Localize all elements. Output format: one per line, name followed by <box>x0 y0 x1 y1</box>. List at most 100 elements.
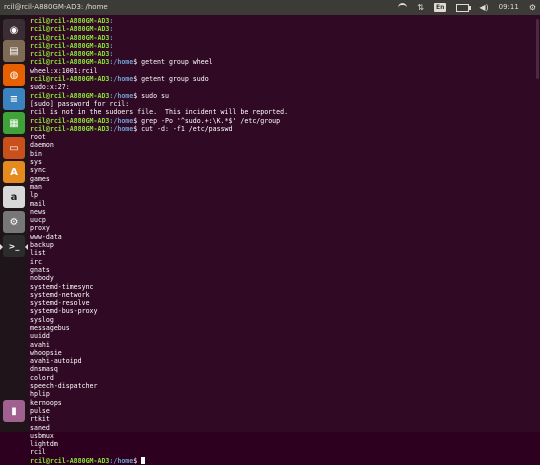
prompt-line: rcil@rcil-A880GM-AD3: <box>30 42 288 50</box>
prompt-path: : <box>109 50 114 59</box>
prompt-user: rcil@rcil-A880GM-AD3 <box>30 456 110 465</box>
launcher-libreoffice-impress[interactable]: ▭ <box>3 137 25 159</box>
output-line: lp <box>30 191 38 200</box>
output-line: saned <box>30 423 50 432</box>
output-line: proxy <box>30 224 50 233</box>
output-line: irc <box>30 257 42 266</box>
prompt-path: :/home <box>109 456 134 465</box>
system-tray: ⇅ En ◀) 09:11 ⚙ <box>398 0 536 15</box>
output-line: dnsmasq <box>30 365 58 374</box>
output-line: syslog <box>30 315 54 324</box>
command-text: $ getent group sudo <box>133 75 209 84</box>
output-line: whoopsie <box>30 348 62 357</box>
output-line: rcil is not in the sudoers file. This in… <box>30 108 289 117</box>
output-line: pulse <box>30 406 50 415</box>
output-line: uucp <box>30 216 46 225</box>
prompt-line: rcil@rcil-A880GM-AD3: <box>30 17 288 25</box>
launcher-firefox[interactable]: ◍ <box>3 64 25 86</box>
output-line: wheel:x:1001:rcil <box>30 66 98 75</box>
launcher: ◉ ▤ ◍ ≡ ▦ ▭ Aa ⚙ >_ ▮ <box>0 15 28 432</box>
launcher-libreoffice-writer[interactable]: ≡ <box>3 88 25 110</box>
prompt-line: rcil@rcil-A880GM-AD3:/home$ cut -d: -f1 … <box>30 125 288 133</box>
output-line: daemon <box>30 141 54 150</box>
command-text: $ <box>133 456 142 465</box>
prompt-user: rcil@rcil-A880GM-AD3 <box>30 58 110 67</box>
launcher-ubuntu-software[interactable]: A <box>3 161 25 183</box>
prompt-user: rcil@rcil-A880GM-AD3 <box>30 33 110 42</box>
output-line: games <box>30 174 50 183</box>
prompt-path: :/home <box>109 91 134 100</box>
launcher-libreoffice-calc[interactable]: ▦ <box>3 112 25 134</box>
output-line: rtkit <box>30 415 50 424</box>
output-line: nobody <box>30 274 54 283</box>
terminal-window[interactable]: rcil@rcil-A880GM-AD3: rcil@rcil-A880GM-AD… <box>28 15 540 465</box>
command-text: $ grep -Po '^sudo.+:\K.*$' /etc/group <box>133 116 281 125</box>
prompt-path: : <box>109 17 114 25</box>
keyboard-icon[interactable]: En <box>433 3 447 12</box>
output-line: lightdm <box>30 440 58 449</box>
prompt-user: rcil@rcil-A880GM-AD3 <box>30 50 110 59</box>
output-line: news <box>30 207 46 216</box>
output-line: gnats <box>30 265 50 274</box>
output-line: systemd-timesync <box>30 282 94 291</box>
clock[interactable]: 09:11 <box>499 0 519 15</box>
terminal-output: rcil@rcil-A880GM-AD3: rcil@rcil-A880GM-AD… <box>30 17 288 465</box>
output-line: backup <box>30 241 54 250</box>
prompt-line: rcil@rcil-A880GM-AD3:/home$ sudo su <box>30 92 288 100</box>
prompt-path: :/home <box>109 75 134 84</box>
prompt-line: rcil@rcil-A880GM-AD3:/home$ <box>30 456 288 465</box>
settings-icon[interactable]: ⚙ <box>529 0 536 15</box>
files-icon: ▤ <box>9 45 19 57</box>
launcher-files[interactable]: ▤ <box>3 40 25 62</box>
output-line: usbmux <box>30 431 54 440</box>
prompt-path: : <box>109 25 114 34</box>
volume-icon[interactable]: ◀) <box>479 0 488 15</box>
command-text: $ sudo su <box>133 91 169 100</box>
output-line: [sudo] password for rcil: <box>30 99 130 108</box>
prompt-line: rcil@rcil-A880GM-AD3:/home$ grep -Po '^s… <box>30 117 288 125</box>
prompt-path: :/home <box>109 58 134 67</box>
output-line: colord <box>30 373 54 382</box>
output-line: man <box>30 182 42 191</box>
output-line: sys <box>30 158 42 167</box>
launcher-amazon[interactable]: a <box>3 186 25 208</box>
running-indicator <box>0 244 3 250</box>
prompt-line: rcil@rcil-A880GM-AD3: <box>30 25 288 33</box>
output-line: www-data <box>30 232 62 241</box>
prompt-user: rcil@rcil-A880GM-AD3 <box>30 41 110 50</box>
terminal-scrollbar[interactable] <box>536 19 539 79</box>
top-panel: rcil@rcil-A880GM-AD3: /home ⇅ En ◀) 09:1… <box>0 0 540 15</box>
launcher-ubuntu-dash[interactable]: ◉ <box>3 19 25 41</box>
output-line: rcil <box>30 448 46 457</box>
libreoffice-impress-icon: ▭ <box>9 142 19 154</box>
launcher-trash[interactable]: ▮ <box>3 400 25 422</box>
output-line: hplip <box>30 390 50 399</box>
launcher-terminal[interactable]: >_ <box>0 235 28 257</box>
prompt-user: rcil@rcil-A880GM-AD3 <box>30 124 110 133</box>
prompt-user: rcil@rcil-A880GM-AD3 <box>30 116 110 125</box>
output-line: systemd-network <box>30 290 90 299</box>
output-line: kernoops <box>30 398 62 407</box>
ubuntu-software-icon: A <box>10 166 18 178</box>
launcher-system-settings[interactable]: ⚙ <box>3 211 25 233</box>
prompt-user: rcil@rcil-A880GM-AD3 <box>30 91 110 100</box>
window-title: rcil@rcil-A880GM-AD3: /home <box>4 3 108 11</box>
wifi-icon[interactable] <box>398 3 408 12</box>
prompt-user: rcil@rcil-A880GM-AD3 <box>30 25 110 34</box>
output-line: systemd-resolve <box>30 299 90 308</box>
battery-icon[interactable] <box>456 3 472 12</box>
output-line: list <box>30 249 46 258</box>
prompt-path: :/home <box>109 116 134 125</box>
prompt-path: : <box>109 41 114 50</box>
output-line: systemd-bus-proxy <box>30 307 98 316</box>
transfer-icon[interactable]: ⇅ <box>417 0 424 15</box>
prompt-line: rcil@rcil-A880GM-AD3:/home$ getent group… <box>30 58 288 66</box>
prompt-line: rcil@rcil-A880GM-AD3:/home$ getent group… <box>30 75 288 83</box>
text-cursor <box>141 456 146 464</box>
output-line: mail <box>30 199 46 208</box>
prompt-line: rcil@rcil-A880GM-AD3: <box>30 34 288 42</box>
prompt-path: : <box>109 33 114 42</box>
output-line: bin <box>30 149 42 158</box>
output-line: messagebus <box>30 323 70 332</box>
terminal-icon: >_ <box>8 241 20 251</box>
